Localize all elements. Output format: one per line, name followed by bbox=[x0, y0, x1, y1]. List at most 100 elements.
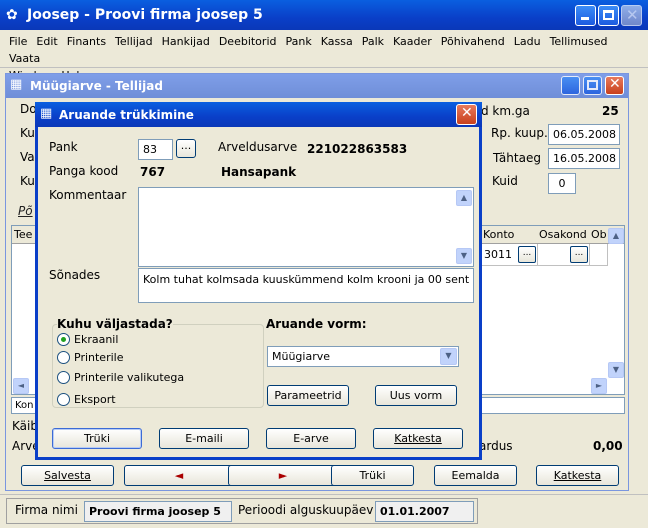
rp-label: Rp. kuup. bbox=[491, 126, 548, 140]
radio-eksport-label[interactable]: Eksport bbox=[74, 393, 116, 406]
grid-scroll-down-icon[interactable]: ▼ bbox=[608, 362, 624, 378]
radio-printerile-valikutega-label[interactable]: Printerile valikutega bbox=[74, 371, 184, 384]
menu-item-kassa[interactable]: Kassa bbox=[321, 33, 353, 50]
dialog-icon: ▦ bbox=[40, 106, 53, 121]
grid-row-cell[interactable] bbox=[590, 244, 608, 266]
invoice-title: Müügiarve - Tellijad bbox=[30, 79, 163, 93]
invoice-minimize-button[interactable] bbox=[561, 76, 580, 95]
tahtaeg-date-field[interactable]: 16.05.2008 bbox=[548, 148, 620, 169]
uus-vorm-button[interactable]: Uus vorm bbox=[375, 385, 457, 406]
eemalda-button[interactable]: Eemalda bbox=[434, 465, 517, 486]
arveldusarve-label: Arveldusarve bbox=[218, 140, 298, 154]
firma-value: Proovi firma joosep 5 bbox=[84, 501, 232, 522]
app-logo-icon: ✿ bbox=[6, 7, 18, 23]
grid-header-konto[interactable]: Konto bbox=[483, 228, 514, 241]
vorm-select[interactable]: Müügiarve ▼ bbox=[267, 346, 459, 367]
dialog-truki-button[interactable]: Trüki bbox=[52, 428, 142, 449]
grid-header-tee[interactable]: Tee bbox=[14, 228, 32, 241]
invoice-titlebar: ▦ Müügiarve - Tellijad ✕ bbox=[6, 74, 628, 98]
print-dialog: ▦ Aruande trükkimine ✕ Pank 83 ... Arvel… bbox=[35, 102, 482, 460]
kommentaar-label: Kommentaar bbox=[49, 188, 127, 202]
radio-eksport[interactable] bbox=[57, 393, 70, 406]
period-value: 01.01.2007 bbox=[375, 501, 474, 522]
dialog-katkesta-button[interactable]: Katkesta bbox=[373, 428, 463, 449]
kommentaar-textarea[interactable]: ▲ ▼ bbox=[138, 187, 474, 267]
kuhu-group: Kuhu väljastada? Ekraanil Printerile Pri… bbox=[52, 317, 264, 408]
truki-main-button[interactable]: Trüki bbox=[331, 465, 414, 486]
grid-scroll-left-icon[interactable]: ◄ bbox=[13, 378, 29, 394]
invoice-maximize-button[interactable] bbox=[583, 76, 602, 95]
maximize-button[interactable] bbox=[598, 5, 619, 26]
menu-item-kaader[interactable]: Kaader bbox=[393, 33, 432, 50]
tasumata-label: ardus bbox=[479, 439, 513, 453]
menu-item-p-hivahend[interactable]: Põhivahend bbox=[441, 33, 505, 50]
km-label: d km.ga bbox=[481, 104, 530, 118]
menu-item-hankijad[interactable]: Hankijad bbox=[162, 33, 210, 50]
sonades-field[interactable]: Kolm tuhat kolmsada kuuskümmend kolm kro… bbox=[138, 268, 474, 303]
invoice-window-icon: ▦ bbox=[10, 77, 23, 92]
menu-item-tellimused[interactable]: Tellimused bbox=[550, 33, 608, 50]
menu-item-file[interactable]: File bbox=[9, 33, 27, 50]
dialog-earve-button[interactable]: E-arve bbox=[266, 428, 356, 449]
kommentaar-scroll-up-icon[interactable]: ▲ bbox=[456, 190, 472, 206]
radio-printerile-valikutega[interactable] bbox=[57, 371, 70, 384]
menu-item-ladu[interactable]: Ladu bbox=[514, 33, 541, 50]
dialog-close-button[interactable]: ✕ bbox=[456, 104, 477, 125]
salvesta-button[interactable]: Salvesta bbox=[21, 465, 114, 486]
minimize-button[interactable] bbox=[575, 5, 596, 26]
grid-scroll-up-icon[interactable]: ▲ bbox=[608, 228, 624, 244]
menu-item-deebitorid[interactable]: Deebitorid bbox=[219, 33, 277, 50]
konto-lookup-button[interactable]: ... bbox=[518, 246, 536, 263]
kon-label: Kon bbox=[15, 400, 34, 411]
close-button[interactable]: ✕ bbox=[621, 5, 642, 26]
status-bar: Firma nimi Proovi firma joosep 5 Periood… bbox=[0, 494, 648, 528]
menu-item-palk[interactable]: Palk bbox=[362, 33, 384, 50]
menu-item-finants[interactable]: Finants bbox=[67, 33, 106, 50]
pank-label: Pank bbox=[49, 140, 78, 154]
grid-scroll-right-icon[interactable]: ► bbox=[591, 378, 607, 394]
km-value: 25 bbox=[602, 104, 619, 118]
kuid-label: Kuid bbox=[492, 174, 518, 188]
dialog-titlebar: ▦ Aruande trükkimine ✕ bbox=[35, 102, 482, 127]
grid-row-cell[interactable]: ... bbox=[538, 244, 590, 266]
kommentaar-scroll-down-icon[interactable]: ▼ bbox=[456, 248, 472, 264]
katkesta-main-button[interactable]: Katkesta bbox=[536, 465, 619, 486]
sonades-label: Sõnades bbox=[49, 268, 101, 282]
kuhu-label: Kuhu väljastada? bbox=[57, 317, 173, 331]
bank-name: Hansapank bbox=[221, 165, 297, 179]
arveldusarve-value: 221022863583 bbox=[307, 142, 408, 156]
menu-bar: File Edit Finants Tellijad Hankijad Deebitori… bbox=[0, 30, 648, 82]
next-button[interactable]: ► bbox=[228, 465, 338, 486]
menu-item-pank[interactable]: Pank bbox=[285, 33, 311, 50]
dialog-emaili-button[interactable]: E-maili bbox=[159, 428, 249, 449]
radio-printerile[interactable] bbox=[57, 351, 70, 364]
kuid-field[interactable]: 0 bbox=[548, 173, 576, 194]
invoice-close-button[interactable]: ✕ bbox=[605, 76, 624, 95]
ku-label: Ku bbox=[20, 174, 35, 188]
po-link[interactable]: Põ bbox=[18, 204, 33, 218]
radio-ekraanil-label[interactable]: Ekraanil bbox=[74, 333, 118, 346]
menu-item-tellijad[interactable]: Tellijad bbox=[115, 33, 153, 50]
grid-header-ob[interactable]: Ob bbox=[591, 228, 607, 241]
grid-konto-value: 3011 bbox=[484, 248, 512, 261]
chevron-down-icon[interactable]: ▼ bbox=[440, 348, 457, 365]
panga-kood-value: 767 bbox=[140, 165, 166, 179]
currency-label: Va bbox=[20, 150, 35, 164]
grid-row-cell[interactable]: 3011... bbox=[482, 244, 538, 266]
parameetrid-button[interactable]: Parameetrid bbox=[267, 385, 349, 406]
pank-field[interactable]: 83 bbox=[138, 139, 173, 160]
osakond-lookup-button[interactable]: ... bbox=[570, 246, 588, 263]
menu-item-vaata[interactable]: Vaata bbox=[9, 50, 40, 67]
app-titlebar: ✿ Joosep - Proovi firma joosep 5 ✕ bbox=[0, 0, 648, 30]
menu-item-edit[interactable]: Edit bbox=[36, 33, 57, 50]
radio-ekraanil[interactable] bbox=[57, 333, 70, 346]
grid-header-osakond[interactable]: Osakond bbox=[539, 228, 587, 241]
app-title: Joosep - Proovi firma joosep 5 bbox=[27, 7, 263, 23]
radio-printerile-label[interactable]: Printerile bbox=[74, 351, 123, 364]
firma-label: Firma nimi bbox=[15, 503, 78, 517]
panga-kood-label: Panga kood bbox=[49, 164, 119, 178]
prev-button[interactable]: ◄ bbox=[124, 465, 234, 486]
pank-lookup-button[interactable]: ... bbox=[176, 139, 196, 158]
rp-date-field[interactable]: 06.05.2008 bbox=[548, 124, 620, 145]
tasumata-value: 0,00 bbox=[593, 439, 623, 453]
